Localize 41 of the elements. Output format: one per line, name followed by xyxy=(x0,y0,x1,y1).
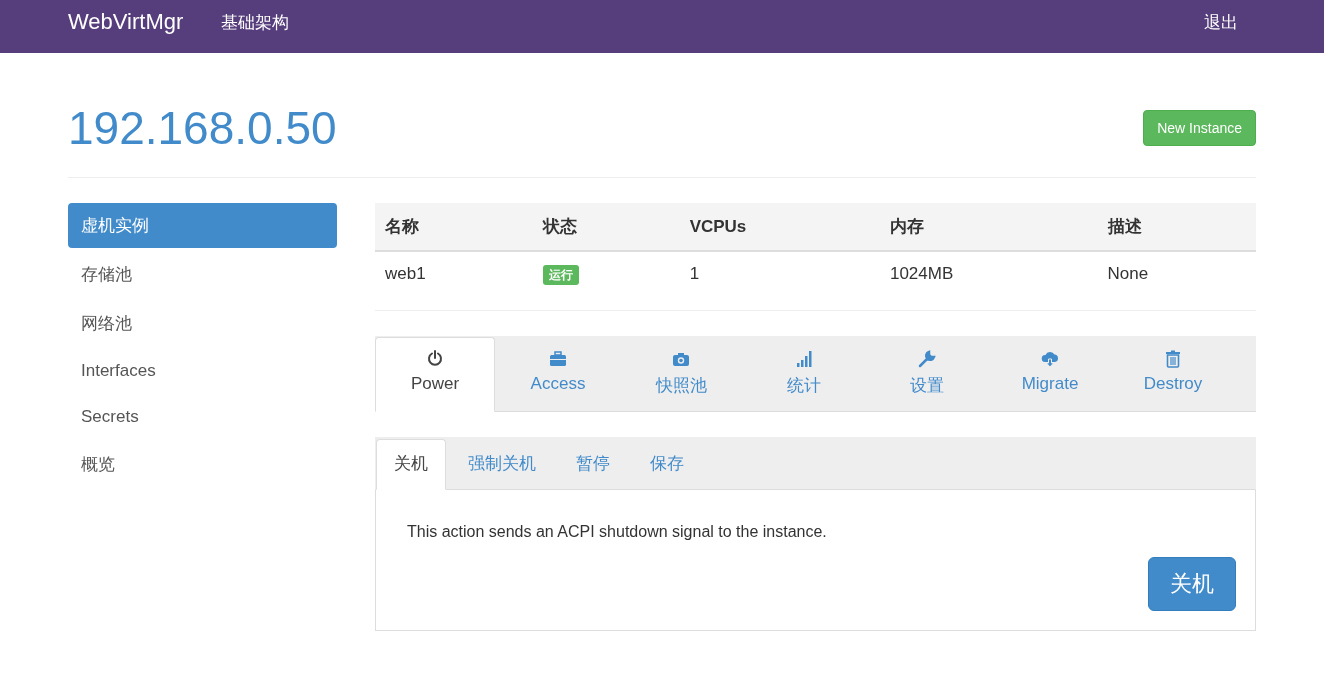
signal-bars-icon xyxy=(795,350,813,368)
nav-link[interactable]: 基础架构 xyxy=(221,10,290,34)
trash-icon xyxy=(1164,350,1182,368)
action-tab[interactable]: 快照池 xyxy=(621,337,741,412)
power-tab[interactable]: 强制关机 xyxy=(450,439,554,490)
action-tab[interactable]: Migrate xyxy=(990,337,1110,412)
sidebar-item[interactable]: Interfaces xyxy=(68,350,337,392)
power-icon xyxy=(426,350,444,368)
brand-link[interactable]: WebVirtMgr xyxy=(68,9,184,35)
column-header: 描述 xyxy=(1097,203,1256,251)
table-cell: web1 xyxy=(385,264,426,283)
column-header: 内存 xyxy=(879,203,1098,251)
sidebar-item[interactable]: 虚机实例 xyxy=(68,203,337,248)
power-tab[interactable]: 暂停 xyxy=(558,439,628,490)
action-description: This action sends an ACPI shutdown signal to the instance. xyxy=(407,523,828,541)
action-tab[interactable]: 统计 xyxy=(744,337,864,412)
column-header: 名称 xyxy=(375,203,534,251)
action-tab[interactable]: Destroy xyxy=(1113,337,1233,412)
wrench-icon xyxy=(918,350,936,368)
table-cell: 1024MB xyxy=(889,264,954,283)
column-header: VCPUs xyxy=(679,203,880,251)
briefcase-icon xyxy=(549,350,567,368)
power-tab[interactable]: 关机 xyxy=(376,439,446,490)
shutdown-button[interactable]: 关机 xyxy=(1148,557,1236,611)
sidebar-item[interactable]: 存储池 xyxy=(68,252,337,297)
action-tab[interactable]: Access xyxy=(498,337,618,412)
page-title: 192.168.0.50 xyxy=(68,101,337,155)
power-tab[interactable]: 保存 xyxy=(632,439,702,490)
sidebar-item[interactable]: 网络池 xyxy=(68,301,337,346)
table-cell: None xyxy=(1107,264,1149,283)
camera-icon xyxy=(672,350,690,368)
status-badge: 运行 xyxy=(543,265,580,285)
table-cell: 1 xyxy=(689,264,700,283)
column-header: 状态 xyxy=(533,203,680,251)
cloud-download-icon xyxy=(1041,350,1059,368)
sidebar-item[interactable]: Secrets xyxy=(68,396,337,438)
sidebar-item[interactable]: 概览 xyxy=(68,442,337,487)
new-instance-button[interactable]: New Instance xyxy=(1143,110,1256,146)
action-tab[interactable]: 设置 xyxy=(867,337,987,412)
action-tab[interactable]: Power xyxy=(375,337,495,412)
logout-link[interactable]: 退出 xyxy=(1204,10,1238,34)
